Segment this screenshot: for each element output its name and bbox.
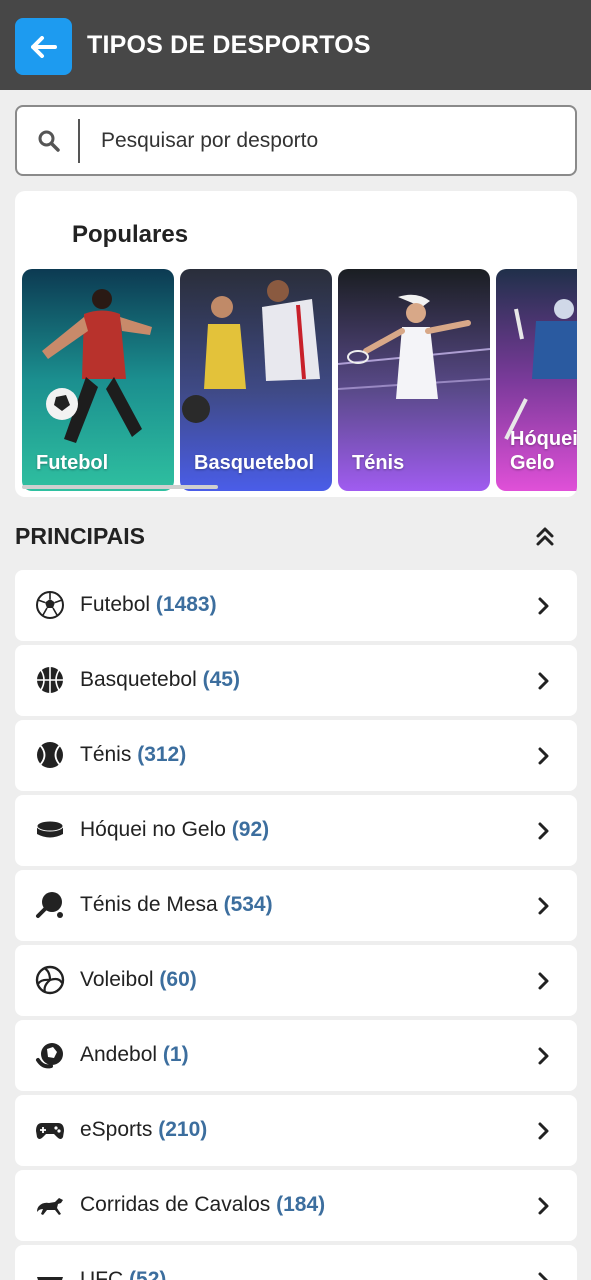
sport-row-ufc[interactable]: UFC (52) [15,1245,577,1280]
carousel-scrollbar[interactable] [22,485,218,489]
search-box[interactable] [15,105,577,176]
chevron-right-icon [538,597,549,615]
volleyball-icon [35,965,65,995]
sport-name: Hóquei no Gelo [80,818,226,841]
page-title: TIPOS DE DESPORTOS [87,31,371,59]
sport-row-tenis[interactable]: Ténis (312) [15,720,577,791]
popular-section: Populares Futebol Basquetebol Ténis Hóqu… [15,191,577,497]
section-title: PRINCIPAIS [15,523,145,549]
search-input[interactable] [101,107,561,174]
sport-name: UFC [80,1268,124,1280]
chevron-right-icon [538,1197,549,1215]
chevron-right-icon [538,897,549,915]
event-count: (52) [129,1268,167,1280]
event-count: (312) [137,743,187,766]
ufc-icon [37,1277,63,1280]
sport-row-voleibol[interactable]: Voleibol (60) [15,945,577,1016]
popular-card-football[interactable]: Futebol [22,269,174,491]
gamepad-icon [36,1123,64,1139]
sport-row-hoquei-no-gelo[interactable]: Hóquei no Gelo (92) [15,795,577,866]
chevron-right-icon [538,672,549,690]
soccer-ball-icon [36,591,64,619]
popular-card-label: Futebol [36,452,109,474]
chevron-right-icon [538,822,549,840]
chevron-double-up-icon[interactable] [533,524,557,548]
popular-card-basketball[interactable]: Basquetebol [180,269,332,491]
popular-title: Populares [72,221,189,248]
sport-name: Futebol [80,593,151,616]
search-divider [78,119,80,163]
event-count: (92) [231,818,270,841]
sport-row-andebol[interactable]: Andebol (1) [15,1020,577,1091]
chevron-right-icon [538,1122,549,1140]
event-count: (1483) [155,593,217,616]
sport-name: Ténis [80,743,132,766]
search-icon [38,130,60,152]
sport-row-tenis-de-mesa[interactable]: Ténis de Mesa (534) [15,870,577,941]
sport-name: eSports [80,1118,153,1141]
sport-row-basquetebol[interactable]: Basquetebol (45) [15,645,577,716]
sport-row-futebol[interactable]: Futebol (1483) [15,570,577,641]
arrow-left-icon [30,35,57,58]
event-count: (60) [159,968,197,991]
chevron-right-icon [538,747,549,765]
hockey-puck-icon [36,820,64,838]
sport-name: Voleibol [80,968,154,991]
handball-icon [36,1043,63,1069]
popular-carousel[interactable]: Futebol Basquetebol Ténis Hóquei Gelo [22,269,577,491]
sport-name: Ténis de Mesa [80,893,218,916]
sport-name: Corridas de Cavalos [80,1193,271,1216]
basketball-icon [37,667,63,693]
sport-name: Basquetebol [80,668,197,691]
popular-card-ice-hockey[interactable]: Hóquei Gelo [496,269,577,491]
event-count: (184) [276,1193,326,1216]
back-button[interactable] [15,18,72,75]
sport-row-esports[interactable]: eSports (210) [15,1095,577,1166]
popular-card-tennis[interactable]: Ténis [338,269,490,491]
principais-header: PRINCIPAIS [15,520,577,552]
top-bar: TIPOS DE DESPORTOS [0,0,591,90]
chevron-right-icon [538,1047,549,1065]
ping-pong-paddle-icon [36,892,63,918]
sport-row-corridas-de-cavalos[interactable]: Corridas de Cavalos (184) [15,1170,577,1241]
sport-name: Andebol [80,1043,158,1066]
popular-card-label: Hóquei Gelo [510,428,577,474]
event-count: (1) [162,1043,189,1066]
popular-card-label: Basquetebol [194,452,315,474]
tennis-ball-icon [37,742,63,768]
horse-icon [37,1198,63,1215]
event-count: (45) [202,668,240,691]
chevron-right-icon [538,972,549,990]
event-count: (534) [223,893,273,916]
popular-card-label: Ténis [352,452,405,474]
chevron-right-icon [538,1272,549,1280]
event-count: (210) [158,1118,208,1141]
